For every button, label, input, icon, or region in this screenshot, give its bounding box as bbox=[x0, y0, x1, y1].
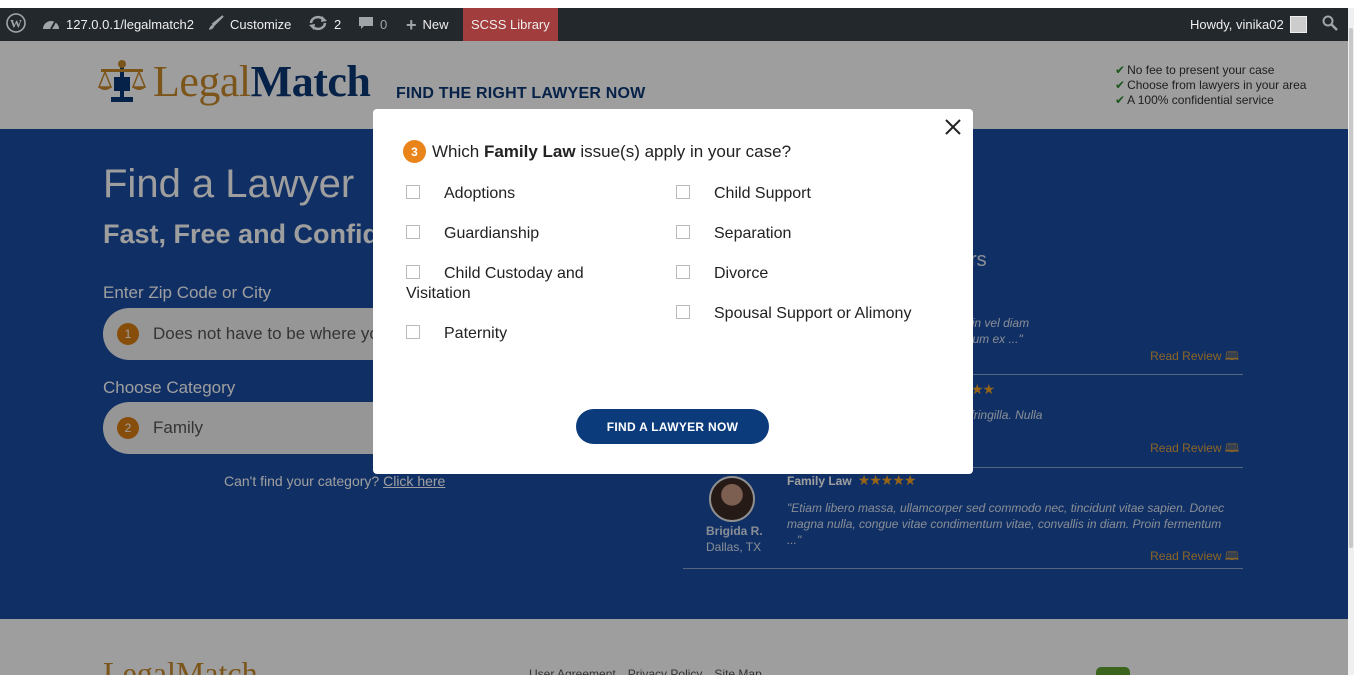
admin-bar: W 127.0.0.1/legalmatch2 Customize 2 0 + … bbox=[0, 8, 1348, 41]
svg-text:W: W bbox=[10, 17, 22, 31]
scss-library-label: SCSS Library bbox=[471, 17, 550, 32]
avatar bbox=[1289, 16, 1307, 33]
modal-question: 3 Which Family Law issue(s) apply in you… bbox=[403, 140, 791, 163]
option-divorce[interactable]: Divorce bbox=[676, 264, 768, 284]
customize-link[interactable]: Customize bbox=[208, 8, 291, 41]
updates-icon bbox=[308, 15, 328, 34]
updates-count: 2 bbox=[334, 17, 342, 32]
checkbox[interactable] bbox=[676, 185, 690, 199]
account-menu[interactable]: Howdy, vinika02 bbox=[1190, 8, 1307, 41]
wp-logo-menu[interactable]: W bbox=[6, 8, 26, 41]
checkbox[interactable] bbox=[406, 225, 420, 239]
scss-library-link[interactable]: SCSS Library bbox=[463, 8, 558, 41]
comments-icon bbox=[358, 15, 374, 34]
scrollbar-thumb[interactable] bbox=[1349, 28, 1353, 548]
checkbox[interactable] bbox=[406, 325, 420, 339]
new-content-link[interactable]: + New bbox=[406, 8, 449, 41]
close-icon bbox=[945, 119, 961, 135]
checkbox[interactable] bbox=[406, 265, 420, 279]
step-badge: 3 bbox=[403, 140, 426, 163]
checkbox[interactable] bbox=[676, 305, 690, 319]
brush-icon bbox=[208, 15, 224, 34]
checkbox[interactable] bbox=[676, 225, 690, 239]
updates-link[interactable]: 2 bbox=[308, 8, 341, 41]
option-adoptions[interactable]: Adoptions bbox=[406, 184, 515, 204]
option-spousal-support[interactable]: Spousal Support or Alimony bbox=[676, 304, 911, 324]
dashboard-icon bbox=[42, 16, 60, 34]
scrollbar[interactable] bbox=[1348, 8, 1354, 675]
comments-link[interactable]: 0 bbox=[358, 8, 387, 41]
customize-label: Customize bbox=[230, 17, 292, 32]
new-label: New bbox=[422, 17, 449, 32]
option-child-custody[interactable]: Child Custoday and Visitation bbox=[406, 264, 636, 304]
search-icon bbox=[1322, 15, 1338, 34]
option-paternity[interactable]: Paternity bbox=[406, 324, 507, 344]
issue-modal: 3 Which Family Law issue(s) apply in you… bbox=[373, 109, 973, 474]
wordpress-icon: W bbox=[6, 13, 26, 36]
admin-search[interactable] bbox=[1322, 8, 1338, 41]
option-guardianship[interactable]: Guardianship bbox=[406, 224, 539, 244]
howdy-label: Howdy, vinika02 bbox=[1190, 17, 1284, 32]
top-strip bbox=[0, 0, 1354, 8]
checkbox[interactable] bbox=[676, 265, 690, 279]
comments-count: 0 bbox=[380, 17, 388, 32]
close-button[interactable] bbox=[942, 116, 964, 138]
checkbox[interactable] bbox=[406, 185, 420, 199]
option-child-support[interactable]: Child Support bbox=[676, 184, 811, 204]
option-separation[interactable]: Separation bbox=[676, 224, 791, 244]
plus-icon: + bbox=[406, 14, 417, 35]
site-url: 127.0.0.1/legalmatch2 bbox=[66, 17, 194, 32]
site-name-menu[interactable]: 127.0.0.1/legalmatch2 bbox=[42, 8, 194, 41]
find-lawyer-button[interactable]: FIND A LAWYER NOW bbox=[576, 409, 769, 444]
